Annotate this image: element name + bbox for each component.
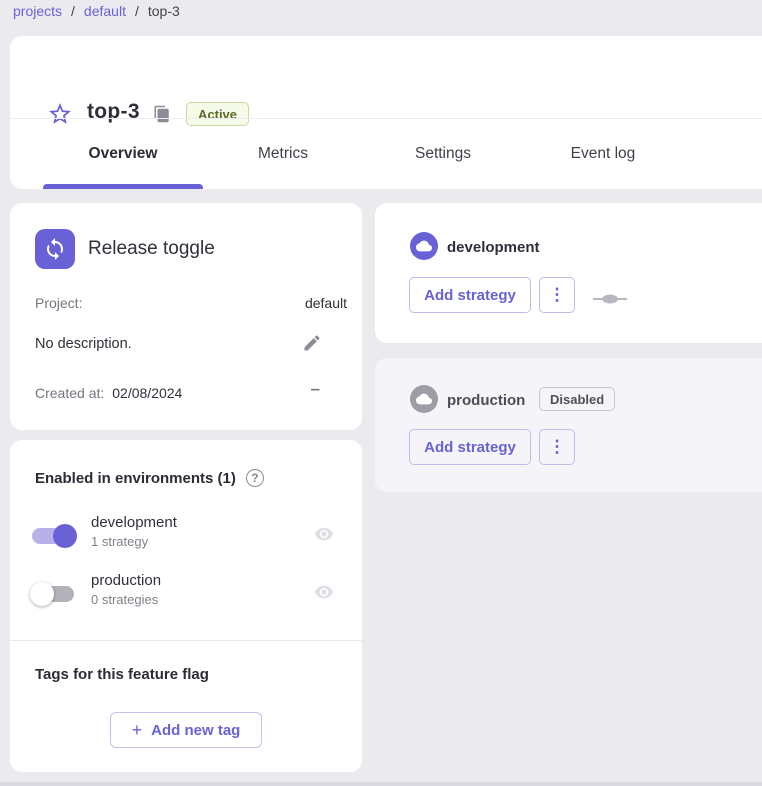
tab-overview-label: Overview: [89, 145, 158, 163]
flag-type-label: Release toggle: [88, 238, 215, 260]
environments-title-row: Enabled in environments (1) ?: [35, 469, 264, 487]
release-toggle-icon: [35, 229, 75, 269]
disabled-badge: Disabled: [539, 387, 615, 411]
tab-event-log[interactable]: Event log: [523, 119, 683, 189]
created-at-value: 02/08/2024: [112, 385, 182, 401]
project-row: Project: default: [35, 295, 347, 311]
created-at-label: Created at:: [35, 385, 104, 401]
cloud-icon: [410, 385, 438, 413]
visibility-eye-icon[interactable]: [314, 582, 334, 602]
development-strategies-panel: development Add strategy ⋮: [375, 203, 762, 343]
add-strategy-button[interactable]: Add strategy: [409, 429, 531, 465]
production-strategies-panel: production Disabled Add strategy ⋮: [375, 358, 762, 492]
strategy-count: 0 strategies: [91, 592, 158, 607]
breadcrumb-separator: /: [71, 3, 75, 19]
breadcrumb-default[interactable]: default: [84, 3, 126, 19]
add-strategy-button[interactable]: Add strategy: [409, 277, 531, 313]
kebab-menu-button[interactable]: ⋮: [539, 429, 575, 465]
flag-description: No description.: [35, 336, 132, 352]
environments-title: Enabled in environments (1): [35, 470, 236, 487]
tab-event-log-label: Event log: [571, 145, 636, 163]
environment-name: development: [91, 514, 177, 531]
flag-details-card: Release toggle Project: default No descr…: [10, 203, 362, 430]
strategy-separator-icon: [593, 292, 627, 304]
tab-settings[interactable]: Settings: [363, 119, 523, 189]
feature-header-card: top-3 Active Overview Metrics Settings E…: [10, 36, 762, 189]
panel-environment-name: development: [447, 239, 540, 256]
help-icon[interactable]: ?: [246, 469, 264, 487]
page-bottom-edge: [0, 782, 762, 786]
tab-overview[interactable]: Overview: [43, 119, 203, 189]
tab-metrics[interactable]: Metrics: [203, 119, 363, 189]
edit-description-icon[interactable]: [302, 333, 322, 353]
kebab-menu-button[interactable]: ⋮: [539, 277, 575, 313]
created-at-row: Created at: 02/08/2024: [35, 385, 182, 401]
project-label: Project:: [35, 295, 82, 311]
collapse-button[interactable]: –: [311, 379, 320, 399]
environment-row-development: development 1 strategy: [30, 514, 342, 558]
tab-settings-label: Settings: [415, 145, 471, 163]
tab-bar: Overview Metrics Settings Event log: [43, 119, 683, 189]
add-new-tag-button[interactable]: + Add new tag: [110, 712, 262, 748]
tab-metrics-label: Metrics: [258, 145, 308, 163]
breadcrumb-separator: /: [135, 3, 139, 19]
breadcrumb-current: top-3: [148, 3, 180, 19]
breadcrumb-projects[interactable]: projects: [13, 3, 62, 19]
card-divider: [10, 640, 362, 641]
add-new-tag-label: Add new tag: [151, 722, 240, 739]
environment-name: production: [91, 572, 161, 589]
plus-icon: +: [132, 720, 143, 741]
environment-row-production: production 0 strategies: [30, 572, 342, 616]
project-value: default: [305, 295, 347, 311]
production-toggle[interactable]: [30, 582, 77, 606]
active-tab-indicator: [43, 184, 203, 189]
panel-environment-name: production: [447, 392, 525, 409]
visibility-eye-icon[interactable]: [314, 524, 334, 544]
flag-header: top-3 Active: [10, 36, 762, 118]
cloud-icon: [410, 232, 438, 260]
tags-section-title: Tags for this feature flag: [35, 666, 209, 683]
strategy-count: 1 strategy: [91, 534, 148, 549]
breadcrumb: projects / default / top-3: [13, 3, 180, 19]
development-toggle[interactable]: [30, 524, 77, 548]
environments-card: Enabled in environments (1) ? developmen…: [10, 440, 362, 772]
